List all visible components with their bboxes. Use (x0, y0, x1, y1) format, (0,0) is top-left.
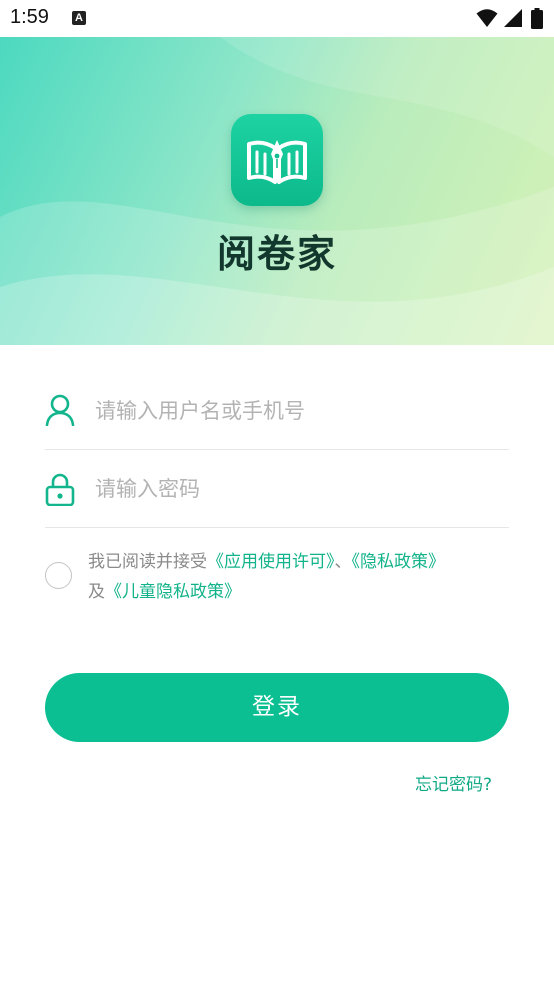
password-input[interactable] (95, 472, 495, 506)
notification-a-icon: A (72, 11, 86, 25)
forgot-password-link[interactable]: 忘记密码? (400, 770, 492, 795)
app-name: 阅卷家 (216, 232, 337, 276)
username-field-row (45, 372, 509, 450)
status-time: 1:59 (10, 6, 49, 28)
login-button[interactable]: 登录 (45, 673, 509, 742)
agreement-and: 及 (88, 582, 105, 602)
status-bar: 1:59 A (0, 0, 554, 37)
privacy-link[interactable]: 《隐私政策》 (352, 552, 446, 572)
signal-icon (504, 9, 522, 27)
agreement-prefix: 我已阅读并接受 (88, 552, 207, 572)
hero-banner: 阅卷家 (0, 37, 554, 345)
lock-icon (45, 473, 75, 506)
agreement-text: 我已阅读并接受《应用使用许可》、《隐私政策》及《儿童隐私政策》 (88, 547, 508, 607)
agreement-checkbox[interactable] (45, 562, 72, 589)
wifi-icon (476, 9, 498, 27)
license-link[interactable]: 《应用使用许可》 (207, 552, 335, 572)
username-input[interactable] (95, 394, 495, 428)
app-logo (231, 114, 323, 206)
user-icon (45, 394, 75, 426)
password-field-row (45, 450, 509, 528)
child-privacy-link[interactable]: 《儿童隐私政策》 (105, 582, 241, 602)
agreement-separator: 、 (334, 552, 352, 572)
book-pen-logo-icon (247, 140, 307, 184)
battery-icon (531, 8, 543, 29)
